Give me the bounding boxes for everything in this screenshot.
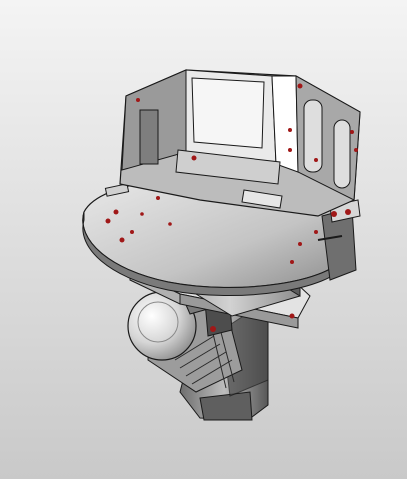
- fastener: [289, 313, 295, 319]
- fastener: [210, 326, 216, 332]
- fastener: [345, 209, 351, 215]
- cad-model-render[interactable]: [0, 0, 407, 479]
- fastener: [331, 211, 337, 217]
- housing-slot: [303, 99, 323, 173]
- cad-viewport[interactable]: [0, 0, 407, 479]
- housing-cutout: [139, 109, 159, 165]
- housing-window: [191, 77, 265, 149]
- housing-slot: [333, 119, 351, 189]
